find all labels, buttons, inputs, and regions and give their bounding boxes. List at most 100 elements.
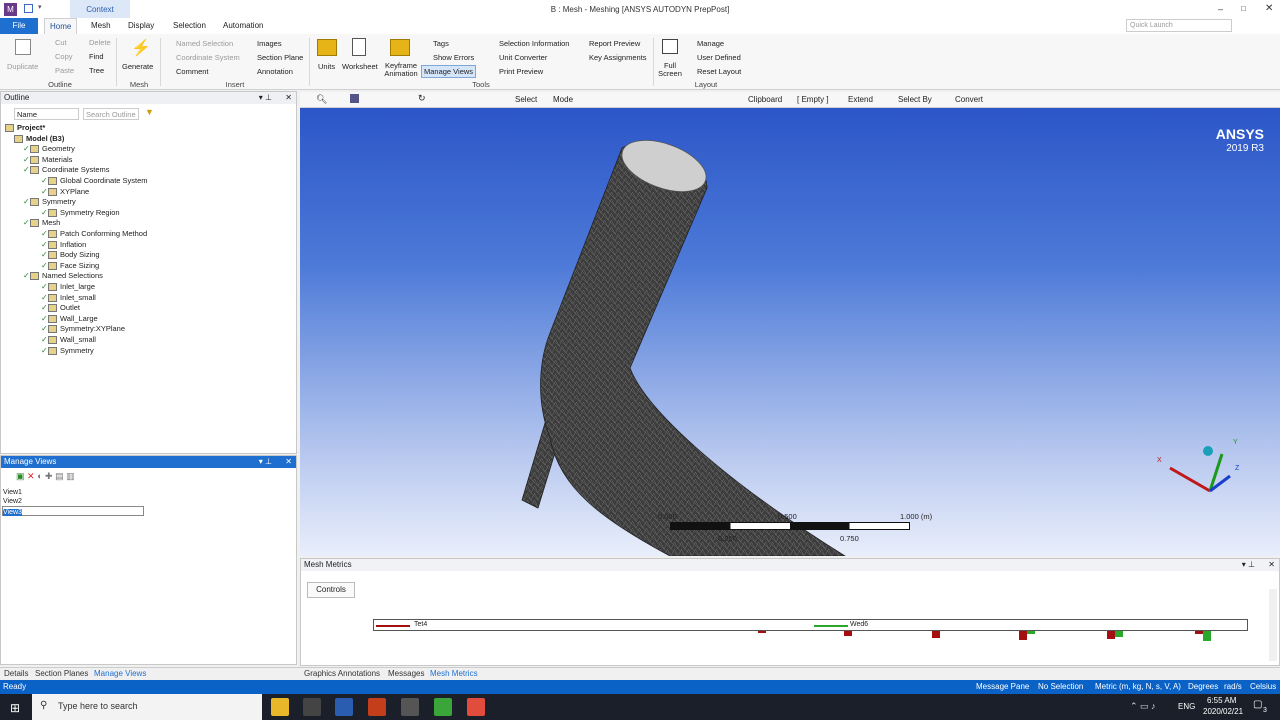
recorder-icon[interactable] xyxy=(467,698,485,716)
axis-triad[interactable]: X Y Z xyxy=(1155,436,1245,506)
tree-item[interactable]: ✓ Body Sizing xyxy=(41,249,100,260)
zoom-fit-icon[interactable]: 🔍︎ xyxy=(316,94,327,105)
full-screen-button[interactable]: Full Screen xyxy=(657,62,683,78)
tree-item[interactable]: ✓ Symmetry xyxy=(41,345,94,356)
view-item-editing[interactable]: View3 xyxy=(2,506,144,516)
controls-button[interactable]: Controls xyxy=(307,582,355,598)
rotate-icon[interactable]: ↻ xyxy=(418,93,426,104)
duplicate-icon[interactable] xyxy=(15,39,31,55)
tab-home[interactable]: Home xyxy=(44,18,78,34)
tree-item[interactable]: ✓ Named Selections xyxy=(23,270,103,281)
tree-item[interactable]: ✓ Symmetry:XYPlane xyxy=(41,323,125,334)
select-label[interactable]: Select xyxy=(515,95,537,104)
tree-item[interactable]: ✓ Inflation xyxy=(41,239,86,250)
delete-button[interactable]: Delete xyxy=(89,38,111,47)
tree-item[interactable]: Model (B3) xyxy=(14,133,64,144)
view-item[interactable]: View1 xyxy=(3,489,22,496)
generate-icon[interactable]: ⚡ xyxy=(131,38,151,58)
named-selection-button[interactable]: Named Selection xyxy=(176,39,233,48)
create-view-icon[interactable]: ▣ xyxy=(16,471,25,481)
close-icon[interactable]: ✕ xyxy=(1265,3,1273,14)
taskbar-search[interactable]: ⚲ Type here to search xyxy=(32,694,262,720)
status-celsius[interactable]: Celsius xyxy=(1250,682,1276,691)
tab-manage-views[interactable]: Manage Views xyxy=(94,669,146,678)
quick-launch-input[interactable]: Quick Launch xyxy=(1126,19,1232,32)
close-panel-icon[interactable]: ✕ xyxy=(285,456,292,468)
iso-view-icon[interactable] xyxy=(350,94,359,103)
copy-button[interactable]: Copy xyxy=(55,52,73,61)
tree-item[interactable]: ✓ XYPlane xyxy=(41,186,89,197)
meshing-icon[interactable] xyxy=(335,698,353,716)
status-units[interactable]: Metric (m, kg, N, s, V, A) xyxy=(1095,682,1181,691)
tab-file[interactable]: File xyxy=(0,18,38,34)
print-preview-button[interactable]: Print Preview xyxy=(499,67,543,76)
tree-item[interactable]: ✓ Geometry xyxy=(23,143,75,154)
units-button[interactable]: Units xyxy=(318,62,335,71)
close-panel-icon[interactable]: ✕ xyxy=(1268,559,1275,571)
tree-item[interactable]: ✓ Inlet_small xyxy=(41,292,96,303)
rename-view-icon[interactable]: ✚ xyxy=(45,471,53,481)
manage-button[interactable]: Manage xyxy=(697,39,724,48)
units-icon[interactable] xyxy=(317,39,337,56)
outline-search-input[interactable]: Search Outline xyxy=(83,108,139,120)
comment-button[interactable]: Comment xyxy=(176,67,209,76)
clipboard-button[interactable]: Clipboard xyxy=(748,95,782,104)
tab-mesh[interactable]: Mesh xyxy=(86,18,116,34)
tree-item[interactable]: ✓ Global Coordinate System xyxy=(41,175,148,186)
tree-item[interactable]: ✓ Symmetry Region xyxy=(41,207,120,218)
duplicate-button[interactable]: Duplicate xyxy=(7,62,38,71)
cut-button[interactable]: Cut xyxy=(55,38,67,47)
qat-dropdown-icon[interactable]: ▾ xyxy=(38,3,42,11)
tags-button[interactable]: Tags xyxy=(433,39,449,48)
workbench-icon[interactable] xyxy=(303,698,321,716)
tree-item[interactable]: ✓ Inlet_large xyxy=(41,281,95,292)
tab-mesh-metrics[interactable]: Mesh Metrics xyxy=(430,669,478,678)
apply-view-icon[interactable]: ◐ xyxy=(37,471,42,481)
tree-button[interactable]: Tree xyxy=(89,66,104,75)
tab-automation[interactable]: Automation xyxy=(218,18,268,34)
tree-item[interactable]: ✓ Wall_Large xyxy=(41,313,98,324)
section-plane-button[interactable]: Section Plane xyxy=(257,53,303,62)
report-preview-button[interactable]: Report Preview xyxy=(589,39,640,48)
close-panel-icon[interactable]: ✕ xyxy=(285,92,292,104)
tree-item[interactable]: ✓ Outlet xyxy=(41,302,80,313)
filter-icon[interactable]: ▼ xyxy=(145,107,154,117)
worksheet-icon[interactable] xyxy=(352,38,366,56)
mode-button[interactable]: Mode xyxy=(553,95,573,104)
tab-details[interactable]: Details xyxy=(4,669,28,678)
export-view-icon[interactable]: ▥ xyxy=(66,471,75,481)
photos-icon[interactable] xyxy=(401,698,419,716)
status-degrees[interactable]: Degrees xyxy=(1188,682,1218,691)
save-icon[interactable] xyxy=(24,4,33,13)
generate-button[interactable]: Generate xyxy=(122,62,153,71)
tab-display[interactable]: Display xyxy=(123,18,159,34)
annotation-button[interactable]: Annotation xyxy=(257,67,293,76)
tab-messages[interactable]: Messages xyxy=(388,669,424,678)
full-screen-icon[interactable] xyxy=(662,39,678,54)
import-view-icon[interactable]: ▤ xyxy=(55,471,64,481)
camtasia-icon[interactable] xyxy=(434,698,452,716)
minimize-icon[interactable]: – xyxy=(1218,4,1223,14)
selection-information-button[interactable]: Selection Information xyxy=(499,39,569,48)
status-rads[interactable]: rad/s xyxy=(1224,682,1242,691)
show-errors-button[interactable]: Show Errors xyxy=(433,53,474,62)
status-message-pane[interactable]: Message Pane xyxy=(976,682,1029,691)
windows-start-icon[interactable]: ⊞ xyxy=(10,701,20,715)
powerpoint-icon[interactable] xyxy=(368,698,386,716)
panel-menu-icon[interactable]: ▾ ⊥ xyxy=(1242,559,1255,571)
tree-item[interactable]: ✓ Coordinate Systems xyxy=(23,164,110,175)
notification-icon[interactable]: ▢ xyxy=(1253,699,1262,710)
maximize-icon[interactable]: □ xyxy=(1241,4,1246,13)
tree-item[interactable]: ✓ Symmetry xyxy=(23,196,76,207)
tab-selection[interactable]: Selection xyxy=(168,18,211,34)
pin-icon[interactable]: ▾ ⊥ xyxy=(259,92,272,104)
language-indicator[interactable]: ENG xyxy=(1178,702,1195,711)
extend-button[interactable]: Extend xyxy=(848,95,873,104)
keyframe-button[interactable]: Keyframe Animation xyxy=(384,62,418,78)
select-by-button[interactable]: Select By xyxy=(898,95,932,104)
tab-graphics-annotations[interactable]: Graphics Annotations xyxy=(304,669,380,678)
pin-icon[interactable]: ▾ ⊥ xyxy=(259,456,272,468)
tree-item[interactable]: Project* xyxy=(5,122,45,133)
tree-item[interactable]: ✓ Patch Conforming Method xyxy=(41,228,147,239)
clock-date[interactable]: 2020/02/21 xyxy=(1203,707,1243,716)
